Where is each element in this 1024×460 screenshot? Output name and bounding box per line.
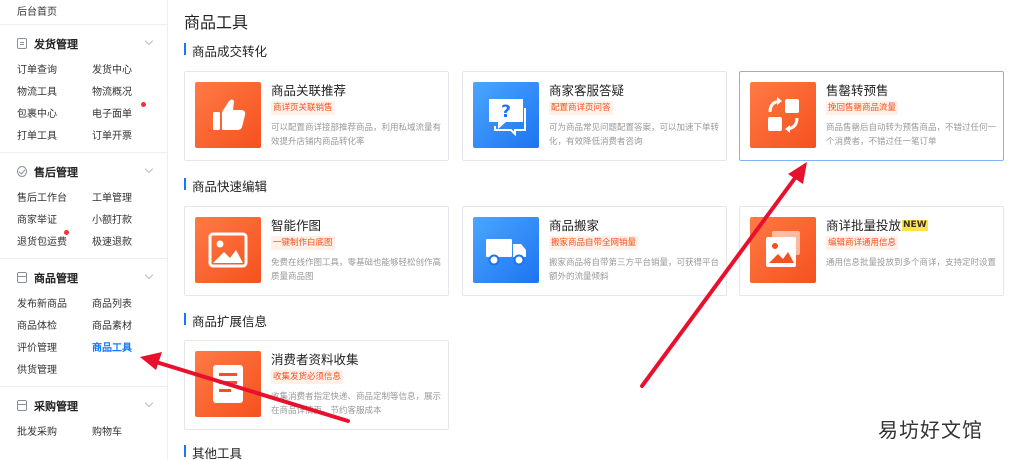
- sidebar-item-fast-refund[interactable]: 极速退款: [92, 233, 132, 248]
- arrow-head: [788, 162, 807, 184]
- sidebar-item-parcel-center[interactable]: 包裹中心: [17, 105, 57, 120]
- sidebar-item-product-tools[interactable]: 商品工具: [92, 339, 132, 354]
- divider: [0, 386, 168, 387]
- notification-dot: [141, 102, 146, 107]
- card-title: 商品关联推荐: [271, 83, 347, 98]
- card-tag: 配置商详页问答: [549, 101, 613, 115]
- card-title: 消费者资料收集: [271, 352, 359, 367]
- sidebar-item-aftersales-desk[interactable]: 售后工作台: [17, 189, 67, 204]
- sidebar-item-logistics-tools[interactable]: 物流工具: [17, 83, 57, 98]
- group-title: 采购管理: [34, 400, 78, 413]
- tool-card-related-recommend[interactable]: 商品关联推荐 商详页关联销售 可以配置商详接部推荐商品，利用私域流量有效提升店铺…: [184, 71, 449, 161]
- section-title: 商品扩展信息: [184, 311, 267, 330]
- group-title: 发货管理: [34, 38, 78, 51]
- group-title: 商品管理: [34, 272, 78, 285]
- tool-card-product-migration[interactable]: 商品搬家 搬家商品自带全网销量 搬家商品将自带第三方平台销量，可获得平台额外的流…: [462, 206, 727, 296]
- tool-card-soldout-to-presale[interactable]: 售罄转预售 挽回售罄商品流量 商品售罄后自动转为预售商品，不错过任何一个消费者，…: [739, 71, 1004, 161]
- group-header-products[interactable]: 商品管理: [0, 268, 168, 286]
- question-chat-icon: ?: [473, 82, 539, 148]
- card-title: 商详批量投放 NEW: [826, 215, 928, 234]
- chevron-down-icon[interactable]: [144, 164, 154, 174]
- section-title: 商品快速编辑: [184, 176, 267, 195]
- sidebar-item-small-payment[interactable]: 小额打款: [92, 211, 132, 226]
- box-icon: [17, 272, 27, 283]
- card-tag: 一键制作白底图: [271, 236, 335, 250]
- sidebar-group-aftersales: 售后管理 售后工作台 工单管理 商家举证 小额打款 退货包运费 极速退款: [0, 162, 168, 248]
- stack-image-icon: [750, 217, 816, 283]
- card-description: 商品售罄后自动转为预售商品，不错过任何一个消费者，不错过任一笔订单: [826, 123, 997, 147]
- sidebar-group-purchasing: 采购管理 批发采购 购物车: [0, 396, 168, 438]
- section-title: 其他工具: [184, 443, 242, 460]
- tool-card-customer-service-qa[interactable]: ? 商家客服答疑 配置商详页问答 可为商品常见问题配置答案，可以加速下单转化，有…: [462, 71, 727, 161]
- card-title-text: 商详批量投放: [826, 218, 902, 233]
- card-description: 可以配置商详接部推荐商品，利用私域流量有效提升店铺内商品转化率: [271, 123, 442, 147]
- new-badge: NEW: [902, 220, 928, 231]
- sidebar-item-e-waybill[interactable]: 电子面单: [92, 105, 132, 120]
- sidebar-item-supply-management[interactable]: 供货管理: [17, 361, 57, 376]
- sidebar-group-shipping: 发货管理 订单查询 发货中心 物流工具 物流概况 包裹中心 电子面单 打单工具 …: [0, 34, 168, 142]
- thumbs-up-icon: [195, 82, 261, 148]
- card-description: 可为商品常见问题配置答案，可以加速下单转化，有效降低消费者咨询: [549, 123, 720, 147]
- sidebar-item-return-shipping[interactable]: 退货包运费: [17, 233, 67, 248]
- group-header-aftersales[interactable]: 售后管理: [0, 162, 168, 180]
- sidebar-item-logistics-overview[interactable]: 物流概况: [92, 83, 132, 98]
- sidebar-item-ticket-management[interactable]: 工单管理: [92, 189, 132, 204]
- card-tag: 编辑商详通用信息: [826, 236, 899, 250]
- sidebar-item-product-list[interactable]: 商品列表: [92, 295, 132, 310]
- watermark: 易坊好文馆: [878, 418, 983, 442]
- tool-card-smart-design[interactable]: 智能作图 一键制作白底图 免费在线作图工具，零基础也能够轻松创作高质量商品图: [184, 206, 449, 296]
- sidebar-item-invoicing[interactable]: 订单开票: [92, 127, 132, 142]
- sidebar-item-print-tool[interactable]: 打单工具: [17, 127, 57, 142]
- section-title: 商品成交转化: [184, 41, 267, 60]
- image-icon: [195, 217, 261, 283]
- card-description: 通用信息批量投放到多个商详，支持定时设置: [826, 258, 997, 268]
- card-title: 售罄转预售: [826, 83, 889, 98]
- chevron-down-icon[interactable]: [144, 36, 154, 46]
- card-title: 商品搬家: [549, 218, 600, 233]
- sidebar-item-product-checkup[interactable]: 商品体检: [17, 317, 57, 332]
- card-description: 搬家商品将自带第三方平台销量，可获得平台额外的流量倾斜: [549, 258, 720, 282]
- card-tag: 搬家商品自带全网销量: [549, 236, 639, 250]
- card-title: 商家客服答疑: [549, 83, 625, 98]
- sidebar: 后台首页 发货管理 订单查询 发货中心 物流工具 物流概况 包裹中心 电子面单 …: [0, 0, 168, 460]
- sidebar-item-cart[interactable]: 购物车: [92, 423, 122, 438]
- group-header-shipping[interactable]: 发货管理: [0, 34, 168, 52]
- sidebar-item-home[interactable]: 后台首页: [17, 3, 57, 18]
- sidebar-item-shipping-center[interactable]: 发货中心: [92, 61, 132, 76]
- sidebar-group-products: 商品管理 发布新商品 商品列表 商品体检 商品素材 评价管理 商品工具 供货管理: [0, 268, 168, 376]
- tool-card-batch-detail-delivery[interactable]: 商详批量投放 NEW 编辑商详通用信息 通用信息批量投放到多个商详，支持定时设置: [739, 206, 1004, 296]
- group-title: 售后管理: [34, 166, 78, 179]
- card-tag: 商详页关联销售: [271, 101, 335, 115]
- card-tag: 挽回售罄商品流量: [826, 101, 899, 115]
- check-circle-icon: [17, 166, 27, 177]
- truck-icon: [473, 217, 539, 283]
- card-description: 免费在线作图工具，零基础也能够轻松创作高质量商品图: [271, 258, 442, 282]
- divider: [0, 258, 168, 259]
- card-title: 智能作图: [271, 218, 322, 233]
- svg-text:?: ?: [501, 102, 511, 122]
- chevron-down-icon[interactable]: [144, 270, 154, 280]
- sidebar-item-product-assets[interactable]: 商品素材: [92, 317, 132, 332]
- page-title: 商品工具: [184, 13, 249, 32]
- cart-icon: [17, 400, 27, 411]
- document-icon: [17, 38, 27, 49]
- sidebar-item-merchant-evidence[interactable]: 商家举证: [17, 211, 57, 226]
- tool-card-consumer-info-collection[interactable]: 消费者资料收集 收集发货必须信息 收集消费者指定快递、商品定制等信息，展示在商品…: [184, 340, 449, 430]
- form-icon: [195, 351, 261, 417]
- divider: [0, 24, 168, 25]
- card-tag: 收集发货必须信息: [271, 370, 344, 384]
- notification-dot: [64, 230, 69, 235]
- sidebar-item-review-management[interactable]: 评价管理: [17, 339, 57, 354]
- sidebar-item-order-query[interactable]: 订单查询: [17, 61, 57, 76]
- chevron-down-icon[interactable]: [144, 398, 154, 408]
- group-header-purchasing[interactable]: 采购管理: [0, 396, 168, 414]
- sidebar-item-wholesale[interactable]: 批发采购: [17, 423, 57, 438]
- convert-icon: [750, 82, 816, 148]
- sidebar-item-publish-product[interactable]: 发布新商品: [17, 295, 67, 310]
- divider: [0, 152, 168, 153]
- card-description: 收集消费者指定快递、商品定制等信息，展示在商品详情页，节约客服成本: [271, 392, 442, 416]
